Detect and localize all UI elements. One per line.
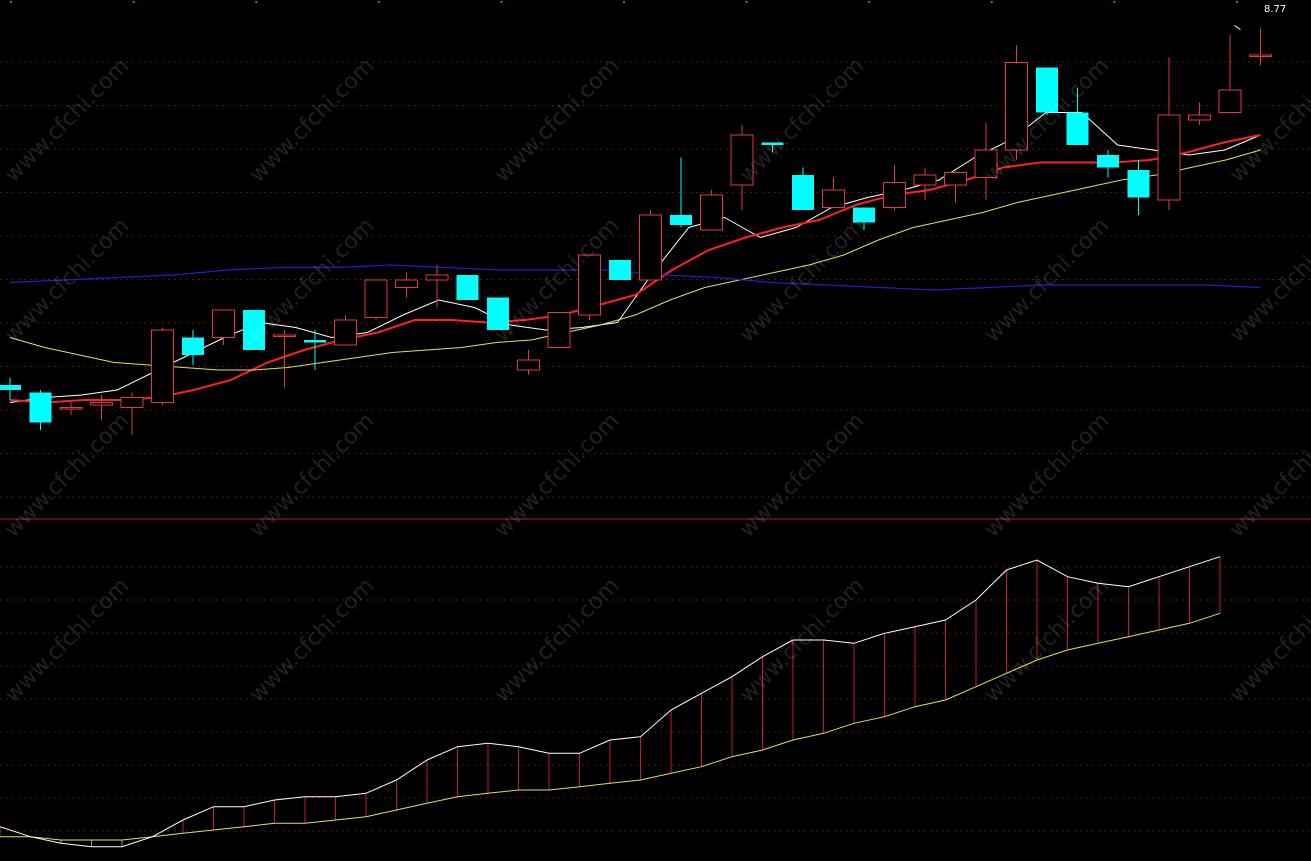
candle-body bbox=[853, 207, 875, 223]
candle-body bbox=[395, 279, 418, 288]
tick-mark bbox=[868, 1, 871, 3]
candle-body bbox=[487, 297, 509, 330]
candle-body bbox=[212, 309, 235, 338]
stock-chart: 8.77 www.cfchi.com www.cfchi.com www.cfchi… bbox=[0, 0, 1311, 861]
candle-body bbox=[243, 310, 265, 350]
tick-mark bbox=[377, 1, 380, 3]
tick-mark bbox=[1236, 1, 1238, 3]
candle-body bbox=[517, 359, 540, 371]
candle-body bbox=[883, 182, 906, 208]
candle-body bbox=[761, 142, 784, 145]
tick-mark bbox=[745, 1, 748, 3]
candle-body bbox=[1097, 155, 1119, 168]
candle-body bbox=[1127, 170, 1150, 198]
ma-line-red bbox=[9, 134, 1261, 404]
candle-body bbox=[1005, 62, 1028, 151]
candle-body bbox=[609, 260, 631, 280]
candle-body bbox=[639, 214, 662, 281]
candle-body bbox=[913, 174, 937, 186]
candle-body bbox=[273, 334, 296, 337]
candle-body bbox=[578, 254, 601, 316]
candle-body bbox=[974, 149, 998, 178]
chart-canvas bbox=[0, 1, 1311, 848]
ma-line-blue bbox=[9, 264, 1261, 291]
candle-body bbox=[456, 275, 479, 300]
candle-body bbox=[944, 172, 967, 186]
candle-body bbox=[792, 175, 814, 210]
ma-line-white bbox=[9, 112, 1261, 403]
candle-body bbox=[364, 279, 388, 318]
tick-mark bbox=[1113, 1, 1116, 3]
candle-body bbox=[0, 385, 21, 390]
candle-body bbox=[304, 340, 326, 343]
candle-body bbox=[1036, 67, 1058, 113]
ma-line-yellow bbox=[9, 149, 1261, 371]
candle-body bbox=[822, 189, 845, 208]
candle-body bbox=[547, 312, 571, 348]
candle-body bbox=[1188, 114, 1211, 121]
candle-body bbox=[29, 392, 52, 423]
candle-body bbox=[151, 329, 174, 403]
candle-body bbox=[120, 397, 144, 408]
candle-body bbox=[1249, 54, 1272, 57]
tick-mark bbox=[132, 1, 135, 3]
tick-mark bbox=[623, 1, 625, 3]
high-arrow bbox=[1234, 25, 1241, 30]
high-price-label: 8.77 bbox=[1264, 4, 1287, 15]
candle-body bbox=[425, 274, 449, 281]
tick-mark bbox=[500, 1, 503, 3]
candle-body bbox=[1066, 112, 1089, 145]
candle-body bbox=[334, 319, 357, 346]
candle-body bbox=[1218, 89, 1242, 113]
candle-body bbox=[1157, 114, 1181, 201]
candle-body bbox=[700, 194, 723, 231]
candle-body bbox=[670, 215, 692, 225]
tick-mark bbox=[990, 1, 993, 3]
candle-body bbox=[90, 402, 113, 406]
tick-mark bbox=[255, 1, 258, 3]
tick-mark bbox=[10, 1, 12, 3]
candle-body bbox=[182, 337, 204, 355]
candle-body bbox=[59, 407, 83, 410]
candle-body bbox=[730, 134, 754, 186]
